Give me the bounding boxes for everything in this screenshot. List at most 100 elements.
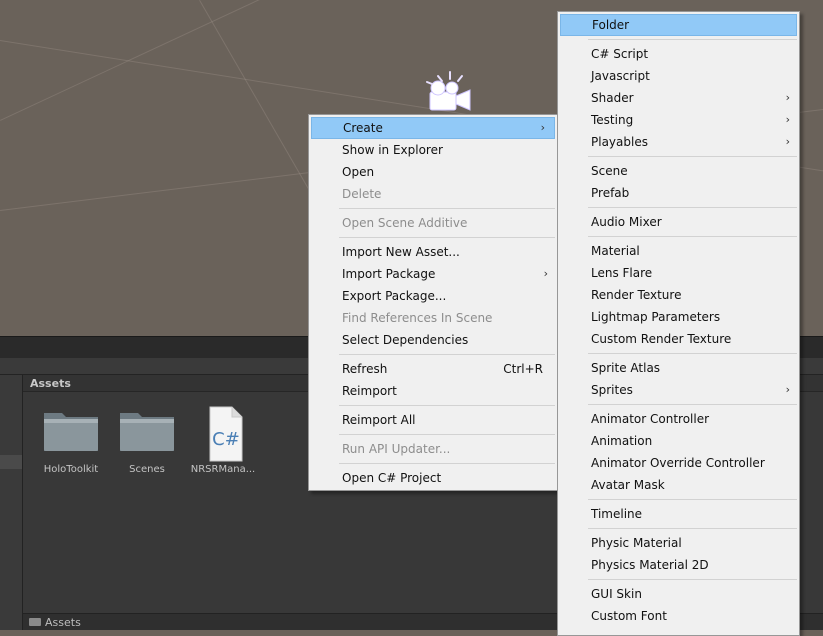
menu-separator <box>588 207 797 208</box>
menu-separator <box>339 434 555 435</box>
menu-item-label: Render Texture <box>591 288 682 302</box>
create-item-audio-mixer[interactable]: Audio Mixer <box>558 211 799 233</box>
create-item-prefab[interactable]: Prefab <box>558 182 799 204</box>
menu-item-import-package[interactable]: Import Package › <box>309 263 557 285</box>
create-item-javascript[interactable]: Javascript <box>558 65 799 87</box>
submenu-arrow-icon: › <box>543 267 548 280</box>
create-item-lightmap-parameters[interactable]: Lightmap Parameters <box>558 306 799 328</box>
create-item-material[interactable]: Material <box>558 240 799 262</box>
menu-item-label: Material <box>591 244 640 258</box>
menu-item-label: Javascript <box>591 69 650 83</box>
menu-separator <box>588 499 797 500</box>
asset-folder-holotoolkit[interactable]: HoloToolkit <box>35 405 107 475</box>
menu-item-label: Import New Asset... <box>342 245 460 259</box>
folder-icon <box>44 413 98 451</box>
create-item-folder[interactable]: Folder <box>560 14 797 36</box>
menu-separator <box>588 579 797 580</box>
menu-item-label: Lens Flare <box>591 266 653 280</box>
menu-item-label: Prefab <box>591 186 630 200</box>
submenu-arrow-icon: › <box>785 113 790 126</box>
menu-separator <box>588 528 797 529</box>
menu-item-label: Shader <box>591 91 634 105</box>
asset-csharp-script[interactable]: C# NRSRMana... <box>187 405 259 475</box>
menu-separator <box>588 156 797 157</box>
menu-item-export-package[interactable]: Export Package... <box>309 285 557 307</box>
menu-item-label: Refresh <box>342 362 388 376</box>
asset-name: HoloToolkit <box>43 464 99 475</box>
project-tree-panel[interactable] <box>0 375 23 630</box>
context-menu: Create › Show in Explorer Open Delete Ope… <box>308 114 558 491</box>
csharp-glyph: C# <box>212 429 240 450</box>
menu-item-reimport-all[interactable]: Reimport All <box>309 409 557 431</box>
menu-item-label: Timeline <box>591 507 643 521</box>
create-item-custom-render-texture[interactable]: Custom Render Texture <box>558 328 799 350</box>
menu-item-label: Sprites <box>591 383 633 397</box>
menu-separator <box>339 208 555 209</box>
menu-item-label: Animator Override Controller <box>591 456 765 470</box>
create-item-physics-material-2d[interactable]: Physics Material 2D <box>558 554 799 576</box>
create-item-custom-font[interactable]: Custom Font <box>558 605 799 627</box>
menu-item-label: Reimport All <box>342 413 416 427</box>
csharp-script-icon: C# <box>209 406 243 462</box>
create-item-scene[interactable]: Scene <box>558 160 799 182</box>
create-item-lens-flare[interactable]: Lens Flare <box>558 262 799 284</box>
folder-icon <box>29 618 41 626</box>
project-tree-selection[interactable] <box>0 455 22 469</box>
menu-item-open[interactable]: Open <box>309 161 557 183</box>
menu-item-label: Avatar Mask <box>591 478 665 492</box>
menu-item-label: Testing <box>591 113 634 127</box>
menu-item-create[interactable]: Create › <box>311 117 555 139</box>
menu-item-label: Sprite Atlas <box>591 361 661 375</box>
menu-item-open-scene-additive: Open Scene Additive <box>309 212 557 234</box>
create-item-physic-material[interactable]: Physic Material <box>558 532 799 554</box>
create-item-csharp-script[interactable]: C# Script <box>558 43 799 65</box>
submenu-arrow-icon: › <box>785 135 790 148</box>
create-item-testing[interactable]: Testing › <box>558 109 799 131</box>
create-item-playables[interactable]: Playables › <box>558 131 799 153</box>
menu-item-label: Find References In Scene <box>342 311 493 325</box>
menu-separator <box>339 354 555 355</box>
menu-item-label: Physics Material 2D <box>591 558 709 572</box>
menu-item-label: Reimport <box>342 384 397 398</box>
menu-item-label: Lightmap Parameters <box>591 310 721 324</box>
create-item-render-texture[interactable]: Render Texture <box>558 284 799 306</box>
menu-item-select-dependencies[interactable]: Select Dependencies <box>309 329 557 351</box>
create-item-sprite-atlas[interactable]: Sprite Atlas <box>558 357 799 379</box>
create-item-avatar-mask[interactable]: Avatar Mask <box>558 474 799 496</box>
menu-item-label: Show in Explorer <box>342 143 443 157</box>
create-submenu: Folder C# Script Javascript Shader › Test… <box>557 11 800 636</box>
menu-item-open-csharp-project[interactable]: Open C# Project <box>309 467 557 489</box>
camera-gizmo-icon[interactable] <box>424 70 484 118</box>
menu-item-label: Custom Render Texture <box>591 332 732 346</box>
create-item-sprites[interactable]: Sprites › <box>558 379 799 401</box>
create-item-animator-override-controller[interactable]: Animator Override Controller <box>558 452 799 474</box>
menu-item-label: Run API Updater... <box>342 442 451 456</box>
submenu-arrow-icon: › <box>785 383 790 396</box>
create-item-animation[interactable]: Animation <box>558 430 799 452</box>
menu-separator <box>339 405 555 406</box>
create-item-timeline[interactable]: Timeline <box>558 503 799 525</box>
asset-folder-scenes[interactable]: Scenes <box>111 405 183 475</box>
menu-item-label: Animator Controller <box>591 412 710 426</box>
scene-grid-line <box>0 0 273 121</box>
menu-item-label: Delete <box>342 187 382 201</box>
menu-item-delete: Delete <box>309 183 557 205</box>
menu-item-find-references: Find References In Scene <box>309 307 557 329</box>
menu-item-import-new-asset[interactable]: Import New Asset... <box>309 241 557 263</box>
menu-item-label: Select Dependencies <box>342 333 469 347</box>
create-item-shader[interactable]: Shader › <box>558 87 799 109</box>
menu-item-show-in-explorer[interactable]: Show in Explorer <box>309 139 557 161</box>
menu-item-label: Open <box>342 165 375 179</box>
submenu-arrow-icon: › <box>540 121 545 134</box>
menu-item-label: Scene <box>591 164 628 178</box>
breadcrumb-label: Assets <box>45 616 81 629</box>
folder-icon <box>120 413 174 451</box>
menu-separator <box>588 353 797 354</box>
create-item-gui-skin[interactable]: GUI Skin <box>558 583 799 605</box>
menu-item-label: Audio Mixer <box>591 215 662 229</box>
menu-separator <box>588 39 797 40</box>
create-item-animator-controller[interactable]: Animator Controller <box>558 408 799 430</box>
menu-item-refresh[interactable]: Refresh Ctrl+R <box>309 358 557 380</box>
menu-item-reimport[interactable]: Reimport <box>309 380 557 402</box>
menu-separator <box>588 236 797 237</box>
